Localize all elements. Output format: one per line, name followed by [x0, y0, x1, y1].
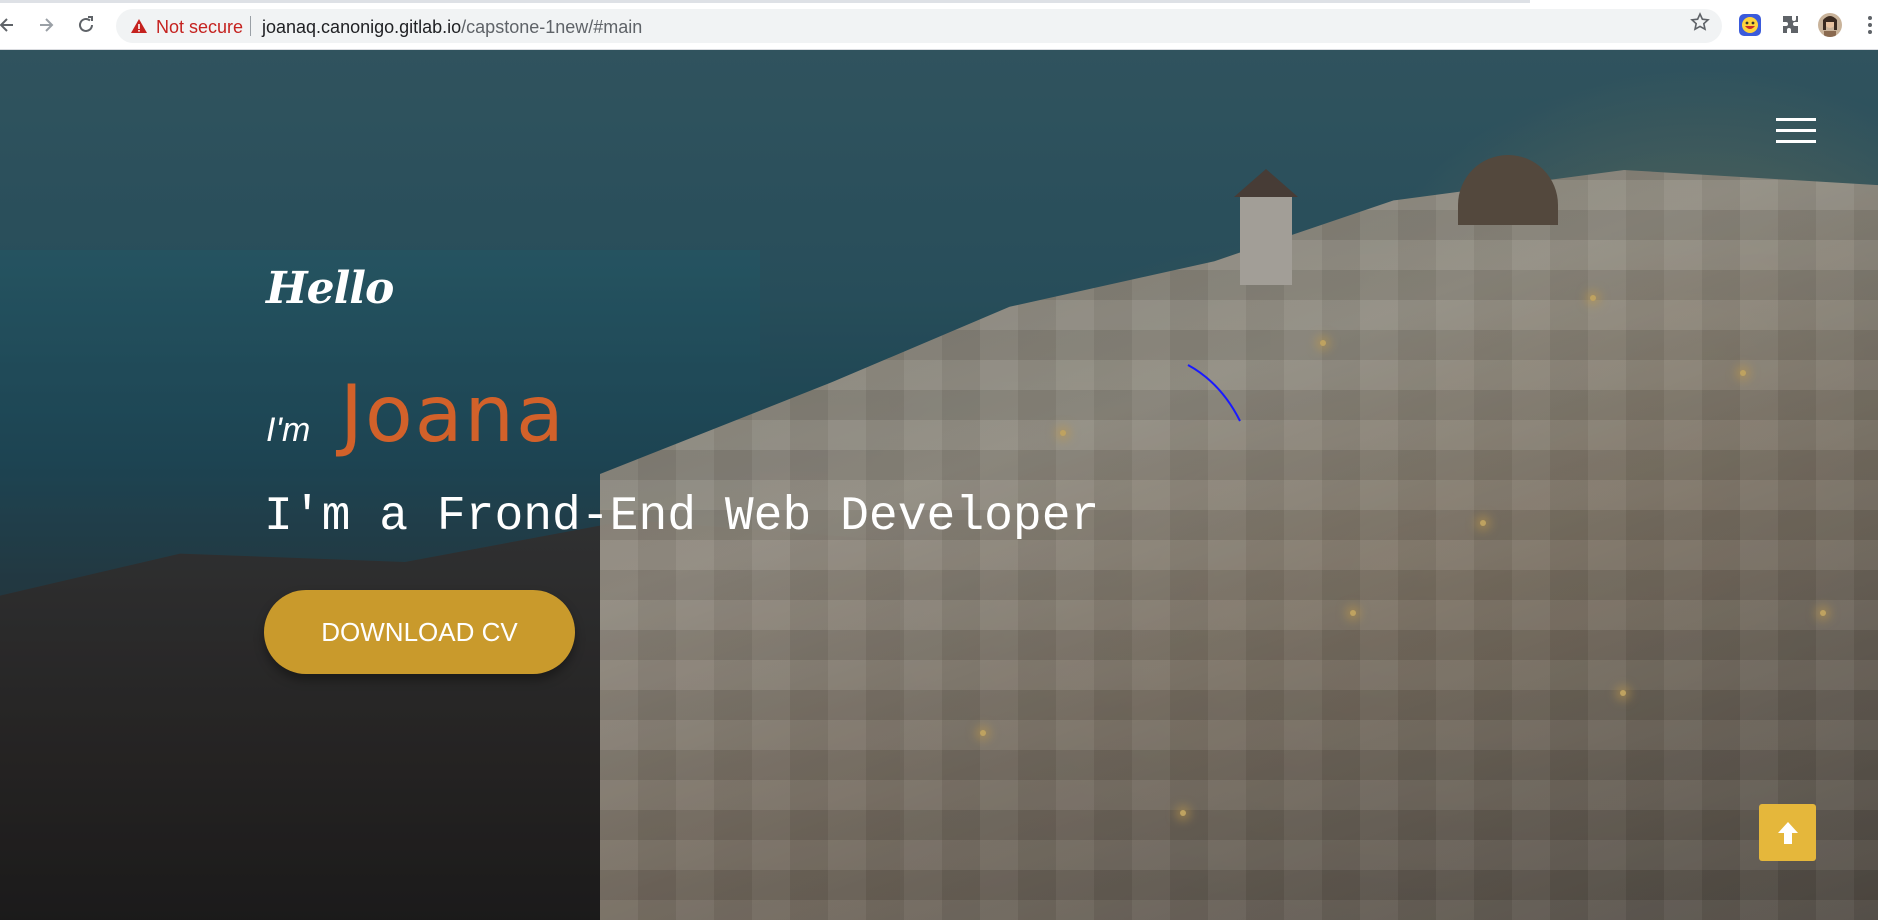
menu-bar: [1776, 129, 1816, 132]
url-path: /capstone-1new/#main: [461, 17, 643, 37]
bookmark-star-icon[interactable]: [1690, 12, 1710, 37]
omnibox-divider: [250, 16, 251, 36]
reload-icon[interactable]: [73, 12, 99, 38]
hero-section: Hello I'm Joana I'm a Frond-End Web Deve…: [0, 50, 1878, 923]
scroll-to-top-button[interactable]: [1759, 804, 1816, 861]
hero-role-typed: I'm a Frond-End Web Developer: [264, 490, 1100, 544]
browser-toolbar: Not secure joanaq.canonigo.gitlab.io/cap…: [0, 0, 1878, 50]
hero-overlay: [0, 50, 1878, 923]
menu-bar: [1776, 118, 1816, 121]
puzzle-extensions-icon[interactable]: [1779, 13, 1803, 37]
menu-bar: [1776, 140, 1816, 143]
pointer-stroke: [1186, 363, 1246, 428]
security-status-label[interactable]: Not secure: [156, 17, 243, 38]
address-bar[interactable]: Not secure joanaq.canonigo.gitlab.io/cap…: [116, 9, 1722, 43]
hero-greeting: Hello: [266, 263, 394, 314]
url-text[interactable]: joanaq.canonigo.gitlab.io/capstone-1new/…: [262, 17, 642, 38]
hero-im-prefix: I'm: [266, 411, 311, 449]
emoji-extension-icon[interactable]: [1738, 13, 1762, 37]
back-arrow-icon[interactable]: [0, 12, 20, 38]
url-host: joanaq.canonigo.gitlab.io: [262, 17, 462, 37]
download-cv-button[interactable]: DOWNLOAD CV: [264, 590, 575, 674]
hamburger-menu-icon[interactable]: [1776, 118, 1816, 144]
forward-arrow-icon[interactable]: [33, 12, 59, 38]
kebab-menu-icon[interactable]: [1862, 13, 1878, 37]
profile-avatar[interactable]: [1818, 13, 1842, 37]
hero-name: Joana: [340, 370, 566, 460]
arrow-up-icon: [1777, 821, 1798, 844]
warning-icon[interactable]: [130, 17, 148, 40]
tab-strip-edge: [0, 0, 1530, 3]
